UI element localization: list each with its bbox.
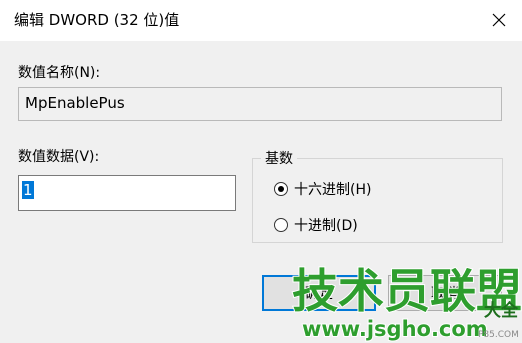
value-data-label: 数值数据(V): <box>18 149 100 165</box>
value-name-label: 数值名称(N): <box>18 65 101 81</box>
cancel-button[interactable]: 取消 <box>388 275 502 311</box>
radio-decimal[interactable]: 十进制(D) <box>274 215 358 235</box>
radio-hex-indicator <box>274 182 288 196</box>
value-data-text: 1 <box>22 181 34 199</box>
radio-decimal-label: 十进制(D) <box>294 218 358 234</box>
dialog-body: 数值名称(N): MpEnablePus 数值数据(V): 1 基数 十六进制(… <box>0 41 522 343</box>
radio-decimal-indicator <box>274 218 288 232</box>
ok-button[interactable]: 确定 <box>262 275 376 311</box>
base-group: 基数 十六进制(H) 十进制(D) <box>252 148 503 243</box>
close-icon <box>492 13 506 27</box>
value-name-field: MpEnablePus <box>18 87 502 121</box>
close-button[interactable] <box>484 6 514 34</box>
value-data-input[interactable]: 1 <box>18 175 236 211</box>
title-bar: 编辑 DWORD (32 位)值 <box>0 0 522 41</box>
base-legend: 基数 <box>261 148 297 168</box>
window-title: 编辑 DWORD (32 位)值 <box>14 11 180 29</box>
radio-hex[interactable]: 十六进制(H) <box>274 179 371 199</box>
radio-hex-label: 十六进制(H) <box>294 182 372 198</box>
